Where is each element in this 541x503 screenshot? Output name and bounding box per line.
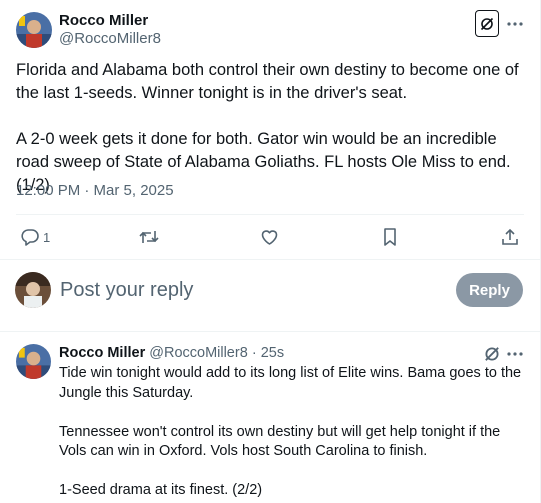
composer-avatar[interactable]: [15, 272, 51, 308]
tweet-paragraph: Tennessee won't control its own destiny …: [59, 423, 501, 460]
bookmark-button[interactable]: [381, 226, 399, 248]
author-name[interactable]: Rocco Miller: [59, 345, 145, 361]
reply-icon: [21, 229, 39, 246]
author-name[interactable]: Rocco Miller: [59, 12, 148, 29]
like-button[interactable]: [259, 226, 280, 248]
main-tweet: Rocco Miller @RoccoMiller8 Florida and A…: [0, 0, 540, 332]
reply-input[interactable]: Post your reply: [60, 279, 193, 302]
grok-icon[interactable]: [483, 345, 501, 363]
author-handle[interactable]: @RoccoMiller8: [59, 30, 161, 47]
reply-button[interactable]: 1: [20, 226, 50, 248]
divider: [0, 331, 540, 332]
tweet-text: Florida and Alabama both control their o…: [16, 59, 526, 197]
tweet-text: Tide win tonight would add to its long l…: [59, 364, 529, 501]
share-icon: [502, 228, 518, 245]
divider: [0, 259, 540, 260]
timestamp[interactable]: 12:00 PM · Mar 5, 2025: [16, 182, 174, 199]
retweet-icon: [139, 231, 159, 243]
avatar[interactable]: [16, 12, 52, 48]
post-time[interactable]: 25s: [261, 345, 284, 361]
more-icon[interactable]: [505, 14, 525, 34]
reply-header: Rocco Miller @RoccoMiller8 · 25s: [59, 345, 284, 361]
tweet-paragraph: Tide win tonight would add to its long l…: [59, 365, 522, 401]
tweet-paragraph: 1-Seed drama at its finest. (2/2): [59, 482, 263, 498]
separator: ·: [251, 345, 257, 361]
author-handle[interactable]: @RoccoMiller8: [149, 345, 248, 361]
grok-icon[interactable]: [475, 10, 499, 37]
reply-count: 1: [43, 229, 51, 245]
heart-icon: [261, 230, 278, 245]
avatar[interactable]: [16, 344, 51, 379]
retweet-button[interactable]: [138, 226, 160, 248]
bookmark-icon: [384, 228, 396, 246]
more-icon[interactable]: [505, 344, 525, 364]
divider: [16, 214, 524, 215]
reply-submit-button[interactable]: Reply: [456, 273, 523, 307]
share-button[interactable]: [500, 226, 520, 248]
tweet-paragraph: Florida and Alabama both control their o…: [16, 61, 519, 102]
